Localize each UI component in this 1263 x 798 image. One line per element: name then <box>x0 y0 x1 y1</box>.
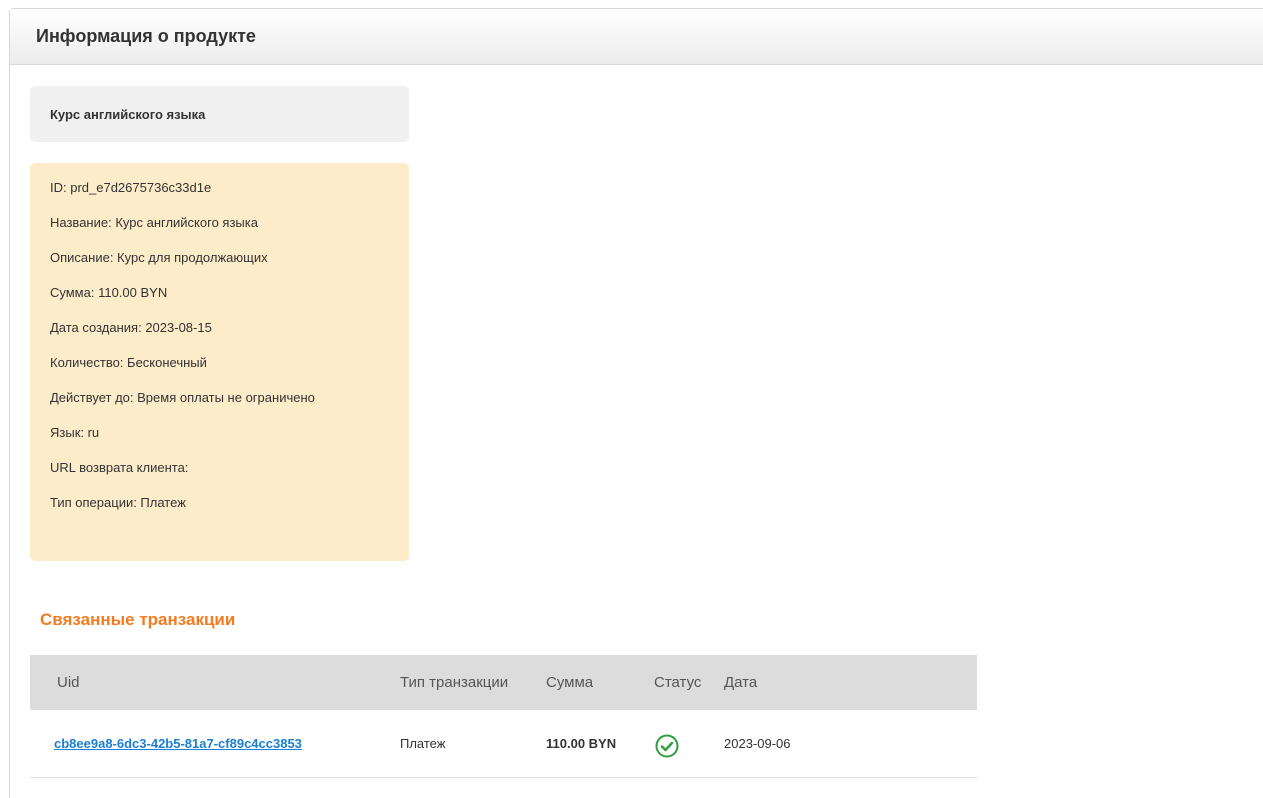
page: Информация о продукте Курс английского я… <box>0 0 1263 798</box>
cell-uid: cb8ee9a8-6dc3-42b5-81a7-cf89c4cc3853 <box>30 710 400 777</box>
table-row: cb8ee9a8-6dc3-42b5-81a7-cf89c4cc3853 Пла… <box>30 710 977 777</box>
table-header-row: Uid Тип транзакции Сумма Статус Дата <box>30 655 977 710</box>
product-name-box: Курс английского языка <box>30 86 409 142</box>
detail-description: Описание: Курс для продолжающих <box>50 250 268 265</box>
related-transactions-title: Связанные транзакции <box>40 610 236 629</box>
cell-status <box>654 710 724 777</box>
product-name: Курс английского языка <box>50 106 206 122</box>
column-header-amount[interactable]: Сумма <box>546 655 654 710</box>
transaction-uid-link[interactable]: cb8ee9a8-6dc3-42b5-81a7-cf89c4cc3853 <box>54 736 302 751</box>
detail-name: Название: Курс английского языка <box>50 215 258 230</box>
detail-quantity: Количество: Бесконечный <box>50 355 207 370</box>
product-info-panel: Информация о продукте Курс английского я… <box>9 8 1263 798</box>
detail-language: Язык: ru <box>50 425 100 440</box>
transactions-table: Uid Тип транзакции Сумма Статус Дата cb8… <box>30 655 977 778</box>
check-circle-icon <box>654 733 680 759</box>
column-header-uid[interactable]: Uid <box>30 655 400 710</box>
transaction-amount: 110.00 BYN <box>546 735 617 751</box>
cell-date: 2023-09-06 <box>724 735 791 751</box>
column-header-status[interactable]: Статус <box>654 655 724 710</box>
detail-amount: Сумма: 110.00 BYN <box>50 285 168 300</box>
detail-created-date: Дата создания: 2023-08-15 <box>50 320 212 335</box>
cell-type: Платеж <box>400 735 446 751</box>
column-header-date[interactable]: Дата <box>724 655 977 710</box>
detail-valid-until: Действует до: Время оплаты не ограничено <box>50 390 315 405</box>
cell-amount: 110.00 BYN <box>546 710 654 777</box>
detail-operation-type: Тип операции: Платеж <box>50 495 186 510</box>
panel-title: Информация о продукте <box>36 26 256 46</box>
detail-return-url: URL возврата клиента: <box>50 460 189 475</box>
product-details-box: ID: prd_e7d2675736c33d1e Название: Курс … <box>30 163 409 561</box>
panel-header: Информация о продукте <box>10 9 1263 65</box>
detail-id: ID: prd_e7d2675736c33d1e <box>50 180 212 195</box>
column-header-type[interactable]: Тип транзакции <box>400 655 546 710</box>
